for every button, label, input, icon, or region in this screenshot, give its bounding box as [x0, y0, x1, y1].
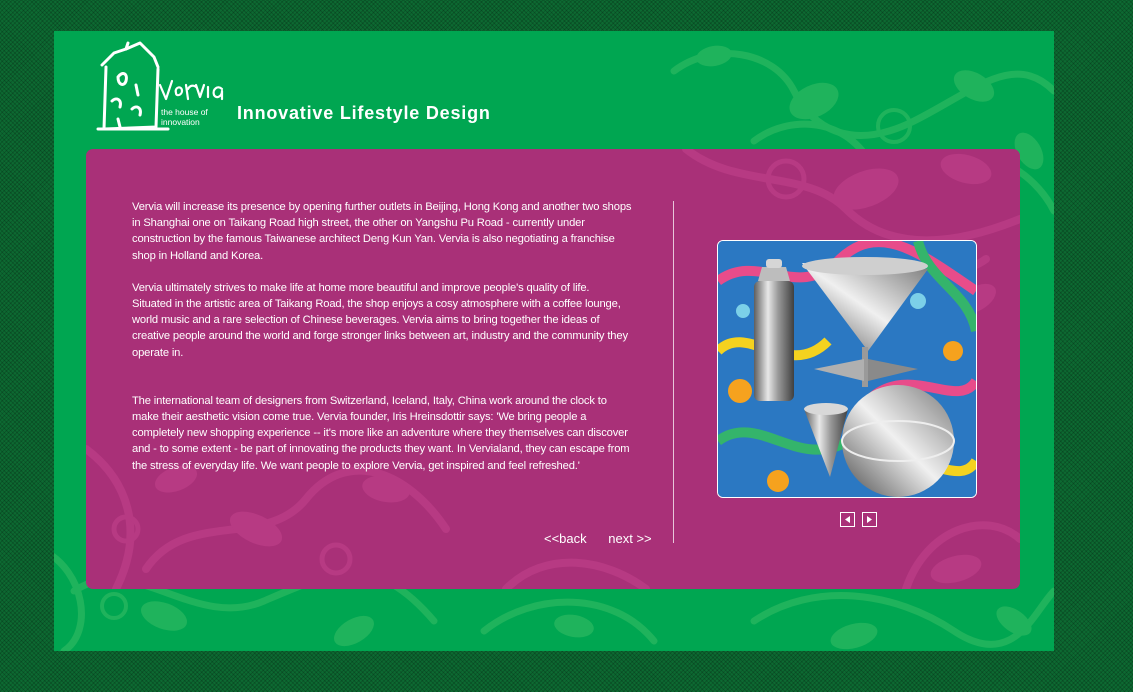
triangle-left-icon — [845, 516, 850, 523]
next-link[interactable]: next >> — [608, 531, 651, 546]
paragraph-mission: Vervia ultimately strives to make life a… — [132, 281, 628, 359]
triangle-right-icon — [867, 516, 873, 523]
tagline: Innovative Lifestyle Design — [237, 103, 491, 123]
product-photo — [717, 240, 977, 498]
back-link[interactable]: <<back — [544, 531, 587, 546]
logo-subtitle-line-1: the house of — [161, 107, 208, 117]
photo-navigation — [840, 512, 880, 532]
column-divider — [673, 201, 674, 543]
page-navigation: <<back next >> — [544, 531, 652, 546]
next-photo-button[interactable] — [862, 512, 878, 527]
content-panel: Vervia will increase its presence by ope… — [86, 149, 1020, 589]
logo-subtitle-line-2: innovation — [161, 117, 200, 127]
paragraph-team: The international team of designers from… — [132, 394, 630, 472]
previous-photo-button[interactable] — [840, 512, 855, 527]
paragraph-expansion: Vervia will increase its presence by ope… — [132, 201, 632, 262]
page-stage: the house of innovation Innovative Lifes… — [54, 31, 1054, 651]
vervia-logo: the house of innovation — [96, 41, 224, 131]
article-text: Vervia will increase its presence by ope… — [132, 199, 632, 490]
